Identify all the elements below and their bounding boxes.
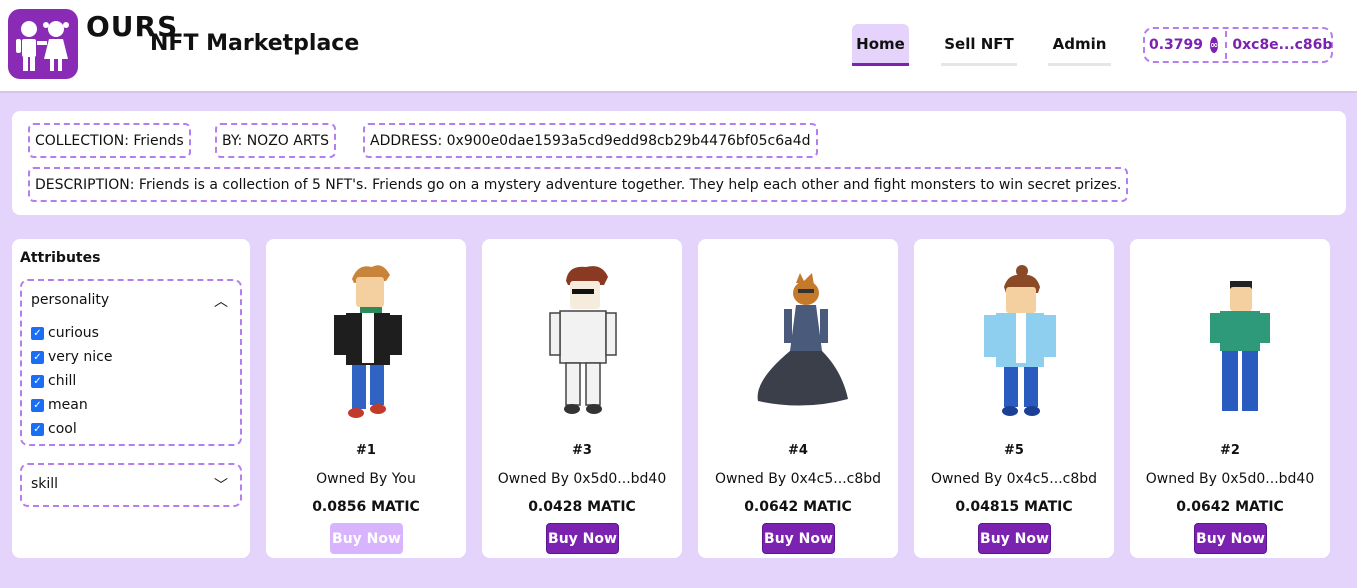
chevron-up-icon[interactable]: ︿ — [214, 291, 228, 311]
checkbox-checked-icon[interactable]: ✓ — [31, 374, 44, 388]
attributes-title: Attributes — [20, 250, 101, 266]
polygon-coin-icon: ∞ — [1210, 37, 1219, 53]
buy-now-button[interactable]: Buy Now — [762, 523, 835, 554]
buy-now-button[interactable]: Buy Now — [1194, 523, 1267, 554]
attributes-sidebar: Attributes personality ︿ ✓ curious ✓ ver… — [12, 239, 250, 558]
filter-option-label: curious — [48, 325, 99, 341]
nav-home-tab[interactable]: Home — [852, 24, 909, 66]
wallet-balance: 0.3799 — [1149, 37, 1204, 53]
collection-description-tag: DESCRIPTION: Friends is a collection of … — [28, 167, 1129, 202]
collection-address-tag: ADDRESS: 0x900e0dae1593a5cd9edd98cb29b44… — [363, 123, 818, 158]
nft-image-character-2 — [1210, 281, 1270, 411]
chevron-down-icon[interactable]: ﹀ — [214, 475, 228, 495]
nav-admin-tab[interactable]: Admin — [1048, 24, 1111, 66]
nft-price: 0.0428 MATIC — [528, 499, 636, 515]
checkbox-checked-icon[interactable]: ✓ — [31, 326, 44, 340]
app-title: NFT Marketplace — [150, 31, 360, 56]
nft-number: #1 — [356, 443, 376, 458]
filter-option[interactable]: ✓ mean — [31, 397, 88, 413]
filter-option[interactable]: ✓ chill — [31, 373, 76, 389]
filter-option-label: very nice — [48, 349, 113, 365]
nft-price: 0.04815 MATIC — [955, 499, 1073, 515]
nav-sell-nft-tab[interactable]: Sell NFT — [941, 24, 1017, 66]
nft-price: 0.0642 MATIC — [1176, 499, 1284, 515]
nft-owner: Owned By 0x4c5...c8bd — [930, 471, 1098, 487]
nft-image-character-1 — [334, 265, 402, 418]
filter-option-label: mean — [48, 397, 88, 413]
nft-owner: Owned By 0x5d0...bd40 — [1145, 471, 1315, 487]
nft-owner: Owned By 0x5d0...bd40 — [497, 471, 667, 487]
nft-owner: Owned By You — [316, 471, 416, 487]
filter-option[interactable]: ✓ cool — [31, 421, 77, 437]
nft-card[interactable]: #4 Owned By 0x4c5...c8bd 0.0642 MATIC Bu… — [698, 239, 898, 558]
filter-option[interactable]: ✓ very nice — [31, 349, 112, 365]
checkbox-checked-icon[interactable]: ✓ — [31, 422, 44, 436]
checkbox-checked-icon[interactable]: ✓ — [31, 398, 44, 412]
children-logo-icon[interactable] — [8, 9, 78, 79]
nft-image-character-3 — [549, 266, 617, 414]
logo-text: OURS — [86, 10, 179, 43]
wallet-address: 0xc8e...c86b — [1232, 37, 1333, 53]
nft-price: 0.0642 MATIC — [744, 499, 852, 515]
nft-owner: Owned By 0x4c5...c8bd — [714, 471, 882, 487]
buy-now-button[interactable]: Buy Now — [546, 523, 619, 554]
skill-header[interactable]: skill — [31, 476, 58, 492]
checkbox-checked-icon[interactable]: ✓ — [31, 350, 44, 364]
nft-number: #4 — [788, 443, 808, 458]
nft-card[interactable]: #3 Owned By 0x5d0...bd40 0.0428 MATIC Bu… — [482, 239, 682, 558]
nft-image-character-5 — [984, 265, 1056, 416]
nft-number: #5 — [1004, 443, 1024, 458]
skill-accordion[interactable]: skill ﹀ — [20, 463, 242, 507]
personality-header[interactable]: personality — [31, 292, 109, 308]
personality-accordion: personality ︿ ✓ curious ✓ very nice ✓ ch… — [20, 279, 242, 446]
nft-number: #2 — [1220, 443, 1240, 458]
nft-price: 0.0856 MATIC — [312, 499, 420, 515]
collection-author-tag: BY: NOZO ARTS — [215, 123, 336, 158]
collection-name-tag: COLLECTION: Friends — [28, 123, 191, 158]
collection-info-panel: COLLECTION: Friends BY: NOZO ARTS ADDRES… — [12, 111, 1346, 215]
wallet-divider — [1225, 31, 1228, 59]
wallet-widget[interactable]: 0.3799 ∞ 0xc8e...c86b — [1143, 27, 1333, 63]
nft-number: #3 — [572, 443, 592, 458]
header: OURS NFT Marketplace Home Sell NFT Admin… — [0, 0, 1357, 93]
buy-now-button[interactable]: Buy Now — [330, 523, 403, 554]
filter-option[interactable]: ✓ curious — [31, 325, 99, 341]
filter-option-label: chill — [48, 373, 77, 389]
nft-card[interactable]: #2 Owned By 0x5d0...bd40 0.0642 MATIC Bu… — [1130, 239, 1330, 558]
nft-card[interactable]: #5 Owned By 0x4c5...c8bd 0.04815 MATIC B… — [914, 239, 1114, 558]
buy-now-button[interactable]: Buy Now — [978, 523, 1051, 554]
filter-option-label: cool — [48, 421, 77, 437]
nft-image-character-4 — [757, 273, 848, 406]
nft-card[interactable]: #1 Owned By You 0.0856 MATIC Buy Now — [266, 239, 466, 558]
